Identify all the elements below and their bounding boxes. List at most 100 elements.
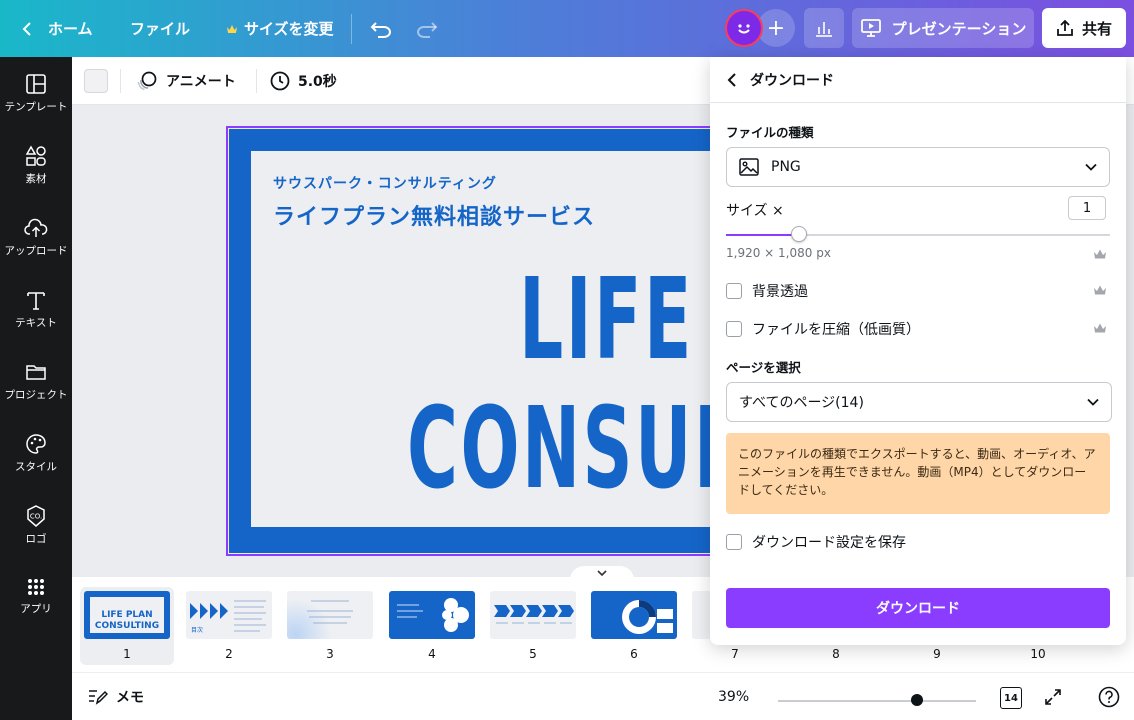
- sidebar-item-projects[interactable]: プロジェクト: [0, 361, 72, 421]
- slide-title[interactable]: ライフプラン無料相談サービス: [273, 199, 595, 231]
- animate-button[interactable]: アニメート: [136, 57, 236, 105]
- size-slider[interactable]: [726, 226, 1110, 242]
- upload-icon: [24, 218, 48, 237]
- transparent-background-checkbox[interactable]: [726, 283, 742, 299]
- insights-button[interactable]: [804, 8, 844, 48]
- compress-file-option[interactable]: ファイルを圧縮（低画質）: [726, 319, 920, 339]
- sidebar-item-elements[interactable]: 素材: [0, 145, 72, 205]
- sidebar-item-apps[interactable]: アプリ: [0, 577, 72, 637]
- panel-header: ダウンロード: [710, 57, 1126, 103]
- sidebar-item-logos[interactable]: CO. ロゴ: [0, 505, 72, 565]
- sidebar-item-label: プロジェクト: [4, 389, 68, 401]
- sidebar-item-templates[interactable]: テンプレート: [0, 73, 72, 133]
- home-button[interactable]: ホーム: [20, 0, 93, 57]
- avatar[interactable]: [725, 9, 763, 47]
- chevron-down-icon: [1087, 398, 1099, 406]
- notes-button[interactable]: メモ: [88, 673, 144, 720]
- page-number: 6: [630, 647, 638, 661]
- animate-icon: [137, 71, 157, 91]
- file-menu-button[interactable]: ファイル: [130, 0, 190, 57]
- download-button[interactable]: ダウンロード: [726, 588, 1110, 628]
- page-number: 5: [529, 647, 537, 661]
- zoom-label: 39%: [718, 689, 750, 705]
- size-slider-knob[interactable]: [790, 226, 807, 242]
- zoom-percentage[interactable]: 39%: [718, 673, 749, 720]
- notes-label: メモ: [116, 690, 144, 706]
- back-button[interactable]: [726, 72, 738, 88]
- sidebar-item-label: テキスト: [15, 317, 57, 329]
- thumbnail-image: 目次: [186, 591, 272, 639]
- page-thumbnail[interactable]: 4: [385, 587, 479, 665]
- select-pages-label: ページを選択: [726, 360, 801, 375]
- page-thumbnail[interactable]: 6: [587, 587, 681, 665]
- slide-heading-line1[interactable]: LIFE: [519, 264, 694, 376]
- background-color-swatch[interactable]: [84, 69, 108, 93]
- file-type-select[interactable]: PNG: [726, 147, 1110, 187]
- arrows-graphic: [494, 605, 574, 624]
- page-number: 2: [225, 647, 233, 661]
- undo-button[interactable]: [370, 0, 392, 57]
- page-thumbnail[interactable]: 3: [283, 587, 377, 665]
- size-multiplier-input[interactable]: 1: [1068, 196, 1106, 220]
- zoom-slider[interactable]: [778, 694, 976, 706]
- page-thumbnail[interactable]: 5: [486, 587, 580, 665]
- circles-graphic: [397, 598, 469, 632]
- divider: [351, 14, 352, 44]
- notes-icon: [89, 690, 108, 705]
- file-label: ファイル: [130, 20, 191, 38]
- save-settings-checkbox[interactable]: [726, 534, 742, 550]
- size-slider-fill: [726, 234, 799, 236]
- share-icon: [1057, 19, 1073, 36]
- sidebar-item-text[interactable]: テキスト: [0, 289, 72, 349]
- logo-icon: CO.: [27, 505, 45, 527]
- size-value: 1: [1082, 200, 1092, 216]
- chevron-down-icon: [597, 570, 607, 577]
- resize-label: サイズを変更: [244, 20, 334, 38]
- file-type-label: ファイルの種類: [726, 125, 814, 140]
- transparent-background-option[interactable]: 背景透過: [726, 281, 808, 301]
- text-lines-graphic: [307, 600, 353, 624]
- select-pages-dropdown[interactable]: すべてのページ(14): [726, 382, 1112, 422]
- clock-icon: [270, 71, 290, 91]
- help-button[interactable]: [1098, 673, 1120, 720]
- page-thumbnail[interactable]: 目次 2: [182, 587, 276, 665]
- page-count-button[interactable]: 14: [1000, 687, 1022, 709]
- sidebar-item-label: アップロード: [4, 245, 68, 257]
- fullscreen-button[interactable]: [1044, 673, 1062, 720]
- duration-button[interactable]: 5.0秒: [270, 57, 337, 105]
- thumbnail-image: [389, 591, 475, 639]
- save-settings-option[interactable]: ダウンロード設定を保存: [726, 532, 906, 552]
- file-type-value: PNG: [771, 159, 801, 175]
- share-button[interactable]: 共有: [1042, 8, 1126, 48]
- size-label: サイズ ×: [726, 203, 784, 219]
- expand-icon: [1045, 689, 1061, 705]
- zoom-slider-knob[interactable]: [910, 694, 923, 706]
- donut-chart-graphic: [622, 600, 673, 634]
- redo-button[interactable]: [416, 0, 438, 57]
- sidebar-item-uploads[interactable]: アップロード: [0, 217, 72, 277]
- resize-button[interactable]: サイズを変更: [226, 0, 334, 57]
- top-bar: ホーム ファイル サイズを変更 + プレゼンテーション 共有: [0, 0, 1134, 57]
- divider: [256, 69, 257, 93]
- plus-icon: +: [766, 15, 786, 41]
- slide-heading-line2[interactable]: CONSUL: [407, 393, 741, 505]
- page-thumbnail[interactable]: LIFE PLAN CONSULTING 1: [80, 587, 174, 665]
- template-icon: [26, 74, 46, 94]
- bottom-bar: メモ 39% 14: [72, 672, 1134, 720]
- present-button[interactable]: プレゼンテーション: [852, 8, 1034, 48]
- thumbnail-image: [287, 591, 373, 639]
- crown-icon: [1094, 323, 1106, 333]
- page-number: 7: [731, 647, 739, 661]
- page-number: 3: [326, 647, 334, 661]
- sidebar-item-styles[interactable]: スタイル: [0, 433, 72, 493]
- download-panel: ダウンロード ファイルの種類 PNG サイズ × 1 1,920 × 1,080…: [710, 57, 1126, 645]
- collapse-filmstrip-button[interactable]: [570, 566, 634, 580]
- slide-subtitle[interactable]: サウスパーク・コンサルティング: [273, 173, 497, 193]
- compress-file-checkbox[interactable]: [726, 321, 742, 337]
- svg-text:CO.: CO.: [30, 513, 42, 521]
- home-label: ホーム: [48, 20, 93, 38]
- divider: [120, 69, 121, 93]
- thumbnail-caption: 目次: [191, 627, 204, 634]
- palette-icon: [26, 434, 46, 454]
- redo-icon: [417, 21, 438, 38]
